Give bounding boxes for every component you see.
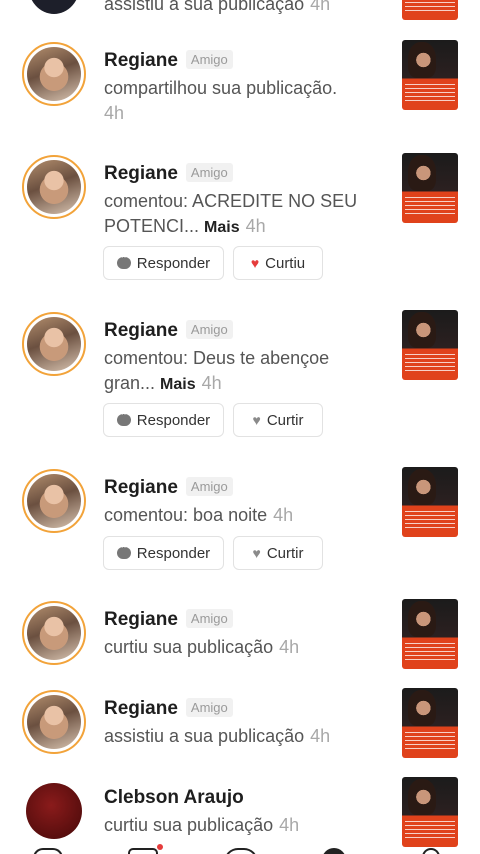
like-label: Curtiu bbox=[265, 254, 306, 272]
avatar[interactable] bbox=[22, 312, 86, 376]
reply-label: Responder bbox=[136, 411, 211, 429]
notification-text: assistiu a sua publicação bbox=[104, 726, 305, 746]
notification-time: 4h bbox=[245, 216, 266, 236]
post-thumbnail[interactable] bbox=[402, 153, 458, 223]
post-thumbnail[interactable] bbox=[402, 467, 458, 537]
home-icon[interactable] bbox=[33, 848, 63, 854]
like-button[interactable]: ♥ Curtir bbox=[233, 403, 323, 437]
friend-badge: Amigo bbox=[185, 609, 233, 628]
friend-badge: Amigo bbox=[185, 698, 233, 717]
user-name[interactable]: Regiane bbox=[104, 698, 178, 719]
comment-bubble-icon bbox=[116, 251, 131, 269]
notification-time: 4h bbox=[201, 373, 222, 393]
like-button[interactable]: ♥ Curtir bbox=[233, 536, 323, 570]
heart-icon: ♥ bbox=[250, 255, 260, 271]
notification-dot bbox=[157, 844, 163, 850]
notification-time: 4h bbox=[310, 726, 331, 746]
heart-icon: ♥ bbox=[252, 545, 261, 561]
heart-icon: ♥ bbox=[252, 412, 261, 428]
post-thumbnail[interactable] bbox=[402, 688, 458, 758]
avatar[interactable] bbox=[22, 42, 86, 106]
user-name[interactable]: Regiane bbox=[104, 163, 178, 184]
notification-text: curtiu sua publicação bbox=[104, 637, 274, 657]
comment-bubble-icon bbox=[116, 408, 131, 426]
notification-time: 4h bbox=[273, 505, 294, 525]
bottom-navigation bbox=[0, 844, 480, 854]
reply-label: Responder bbox=[136, 254, 211, 272]
reply-button[interactable]: Responder bbox=[103, 246, 224, 280]
like-label: Curtir bbox=[266, 544, 304, 562]
reply-label: Responder bbox=[136, 544, 211, 562]
user-name[interactable]: Clebson Araujo bbox=[104, 787, 244, 808]
profile-icon[interactable] bbox=[322, 848, 346, 854]
notification-time: 4h bbox=[279, 815, 300, 835]
like-button[interactable]: ♥ Curtiu bbox=[233, 246, 323, 280]
more-link[interactable]: Mais bbox=[160, 376, 196, 393]
avatar[interactable] bbox=[22, 155, 86, 219]
user-name[interactable]: Regiane bbox=[104, 609, 178, 630]
post-thumbnail[interactable] bbox=[402, 40, 458, 110]
notification-text: compartilhou sua publicação. bbox=[104, 78, 338, 98]
post-thumbnail[interactable] bbox=[402, 599, 458, 669]
friend-badge: Amigo bbox=[185, 320, 233, 339]
inbox-icon[interactable] bbox=[128, 848, 158, 854]
friend-badge: Amigo bbox=[185, 163, 233, 182]
notification-time: 4h bbox=[310, 0, 331, 14]
like-label: Curtir bbox=[266, 411, 304, 429]
friend-badge: Amigo bbox=[185, 50, 233, 69]
reply-button[interactable]: Responder bbox=[103, 403, 224, 437]
profile-icon[interactable] bbox=[422, 848, 440, 854]
user-name[interactable]: Regiane bbox=[104, 50, 178, 71]
post-thumbnail[interactable] bbox=[402, 777, 458, 847]
comment-bubble-icon bbox=[116, 541, 131, 559]
create-icon[interactable] bbox=[224, 848, 258, 854]
notification-time: 4h bbox=[104, 103, 125, 123]
post-thumbnail[interactable] bbox=[402, 310, 458, 380]
user-name[interactable]: Regiane bbox=[104, 477, 178, 498]
avatar[interactable] bbox=[28, 0, 80, 14]
post-thumbnail[interactable] bbox=[402, 0, 458, 20]
notification-text: assistiu a sua publicação bbox=[104, 0, 305, 14]
avatar[interactable] bbox=[22, 601, 86, 665]
notification-text: comentou: boa noite bbox=[104, 505, 268, 525]
friend-badge: Amigo bbox=[185, 477, 233, 496]
user-name[interactable]: Regiane bbox=[104, 320, 178, 341]
notification-text: curtiu sua publicação bbox=[104, 815, 274, 835]
notification-time: 4h bbox=[279, 637, 300, 657]
avatar[interactable] bbox=[22, 469, 86, 533]
reply-button[interactable]: Responder bbox=[103, 536, 224, 570]
avatar[interactable] bbox=[22, 690, 86, 754]
more-link[interactable]: Mais bbox=[204, 219, 240, 236]
avatar[interactable] bbox=[26, 783, 82, 839]
